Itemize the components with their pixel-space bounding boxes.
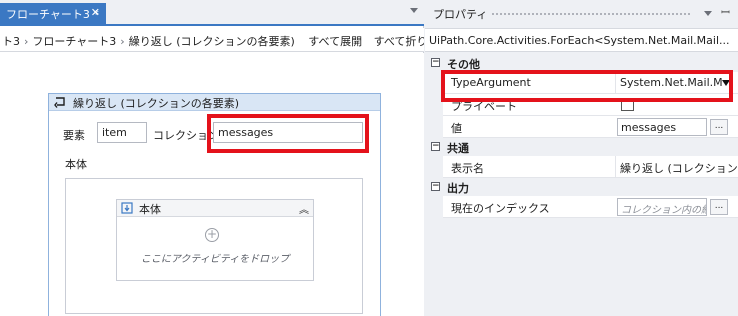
foreach-title: 繰り返し (コレクションの各要素) (73, 97, 240, 110)
properties-panel: プロパティ ꟷ UiPath.Core.Activities.ForEach<S… (425, 0, 738, 316)
value-field[interactable]: messages (617, 118, 707, 136)
tab-flowchart3[interactable]: フローチャート3 * ✕ (0, 3, 106, 26)
foreach-loop-icon (54, 97, 65, 108)
property-row-value[interactable]: 値 messages ... (425, 116, 738, 138)
activity-type-name: UiPath.Core.Activities.ForEach<System.Ne… (425, 28, 738, 52)
breadcrumb-item[interactable]: フローチャート3 (32, 33, 116, 49)
designer-panel: フローチャート3 * ✕ ト3 › フローチャート3 › 繰り返し (コレクションの各要… (0, 0, 424, 316)
collection-highlight-box (207, 114, 369, 153)
category-output[interactable]: − 出力 (425, 178, 738, 196)
row-gutter (425, 156, 443, 178)
chevron-down-icon[interactable] (704, 11, 712, 16)
breadcrumb: ト3 › フローチャート3 › 繰り返し (コレクションの各要素) すべて展開 すべて折… (0, 28, 424, 52)
displayname-field[interactable]: 繰り返し (コレクションの (615, 156, 738, 178)
breadcrumb-separator: › (120, 35, 125, 48)
close-icon[interactable]: ✕ (91, 6, 100, 19)
property-row-displayname[interactable]: 表示名 繰り返し (コレクションの (425, 156, 738, 178)
sequence-title: 本体 (139, 203, 161, 216)
currentindex-ellipsis-button[interactable]: ... (710, 199, 728, 215)
sequence-icon (121, 202, 133, 214)
collapse-all-link[interactable]: すべて折りたたみ (374, 33, 424, 49)
property-row-currentindex[interactable]: 現在のインデックス コレクション内の紹 ... (425, 196, 738, 218)
breadcrumb-item[interactable]: ト3 (2, 33, 20, 49)
property-name: 値 (451, 122, 462, 135)
element-field[interactable]: item (97, 122, 147, 143)
element-label: 要素 (63, 129, 85, 142)
value-ellipsis-button[interactable]: ... (710, 119, 728, 135)
properties-title: プロパティ (433, 8, 488, 21)
foreach-header[interactable]: 繰り返し (コレクションの各要素) (49, 94, 380, 111)
sequence-activity[interactable]: 本体 ︽ + ここにアクティビティをドロップ (116, 199, 314, 281)
category-label: 共通 (447, 142, 469, 155)
collapse-category-icon[interactable]: − (431, 182, 440, 191)
collapse-category-icon[interactable]: − (431, 142, 440, 151)
body-container: 本体 ︽ + ここにアクティビティをドロップ (65, 178, 363, 314)
add-activity-icon[interactable]: + (205, 228, 219, 242)
properties-titlebar: プロパティ ꟷ (425, 0, 738, 26)
row-gutter (425, 116, 443, 138)
collapse-icon[interactable]: ︽ (299, 201, 309, 216)
property-name: 現在のインデックス (451, 202, 550, 215)
category-common[interactable]: − 共通 (425, 138, 738, 156)
breadcrumb-separator: › (24, 35, 29, 48)
chevron-down-icon[interactable] (410, 8, 418, 13)
currentindex-field[interactable]: コレクション内の紹 (617, 198, 707, 216)
uipath-studio-window: フローチャート3 * ✕ ト3 › フローチャート3 › 繰り返し (コレクションの各要… (0, 0, 738, 316)
designer-canvas[interactable]: 繰り返し (コレクションの各要素) 要素 item コレクション message… (0, 53, 424, 316)
body-label: 本体 (65, 158, 87, 171)
breadcrumb-item[interactable]: 繰り返し (コレクションの各要素) (129, 33, 295, 49)
row-gutter (425, 196, 443, 218)
typeargument-highlight-box (441, 70, 733, 102)
pin-icon[interactable]: ꟷ (721, 5, 730, 20)
property-name: 表示名 (451, 162, 484, 175)
panel-grip[interactable] (491, 12, 691, 16)
expand-all-link[interactable]: すべて展開 (308, 33, 362, 49)
document-tabstrip: フローチャート3 * ✕ (0, 0, 424, 26)
foreach-activity[interactable]: 繰り返し (コレクションの各要素) 要素 item コレクション message… (48, 93, 381, 316)
collapse-category-icon[interactable]: − (431, 58, 440, 67)
tab-title: フローチャート3 * (6, 8, 99, 21)
sequence-header[interactable]: 本体 ︽ (117, 200, 313, 217)
drop-hint-text: ここにアクティビティをドロップ (140, 254, 290, 265)
category-label: 出力 (447, 182, 469, 195)
